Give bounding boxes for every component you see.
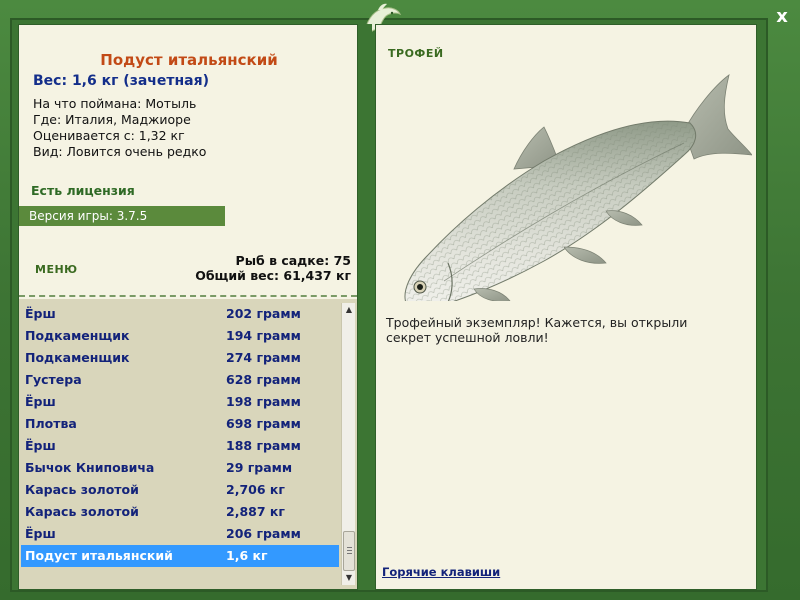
fish-name: Плотва <box>25 416 77 431</box>
location-info: Где: Италия, Маджиоре <box>33 112 191 127</box>
license-status: Есть лицензия <box>31 183 135 198</box>
dashed-divider <box>19 295 357 297</box>
fish-name: Бычок Книповича <box>25 460 155 475</box>
fish-list-row[interactable]: Ёрш 198 грамм <box>21 391 339 413</box>
fish-list-row[interactable]: Ёрш 206 грамм <box>21 523 339 545</box>
fish-name: Карась золотой <box>25 504 139 519</box>
fish-weight-value: 194 грамм <box>226 328 301 343</box>
fish-name: Ёрш <box>25 526 56 541</box>
fish-list-row[interactable]: Подкаменщик 274 грамм <box>21 347 339 369</box>
fish-title: Подуст итальянский <box>100 51 278 69</box>
fish-weight-value: 188 грамм <box>226 438 301 453</box>
fish-list-row[interactable]: Ёрш 188 грамм <box>21 435 339 457</box>
fish-list-row-selected[interactable]: Подуст итальянский 1,6 кг <box>21 545 339 567</box>
keepnet-stats: Рыб в садке: 75 Общий вес: 61,437 кг <box>195 253 351 283</box>
fish-weight: Вес: 1,6 кг (зачетная) <box>33 73 210 89</box>
fish-weight-value: 628 грамм <box>226 372 301 387</box>
fish-list-area: Ёрш 202 грамм Подкаменщик 194 грамм Подкамен… <box>19 299 357 589</box>
fish-list-row[interactable]: Карась золотой 2,706 кг <box>21 479 339 501</box>
fish-name: Подуст итальянский <box>25 548 173 563</box>
fish-name: Ёрш <box>25 438 56 453</box>
fish-image <box>404 74 752 301</box>
hotkeys-link[interactable]: Горячие клавиши <box>382 565 500 579</box>
scroll-grip-line <box>347 550 352 551</box>
value-info: Оценивается с: 1,32 кг <box>33 128 185 143</box>
fish-weight-value: 198 грамм <box>226 394 301 409</box>
fish-name: Подкаменщик <box>25 328 130 343</box>
fish-name: Карась золотой <box>25 482 139 497</box>
fish-name: Густера <box>25 372 82 387</box>
fish-weight-value: 29 грамм <box>226 460 293 475</box>
fish-weight-value: 274 грамм <box>226 350 301 365</box>
trophy-caption: Трофейный экземпляр! Кажется, вы открыли… <box>386 315 688 345</box>
fish-weight-value: 1,6 кг <box>226 548 268 563</box>
fish-weight-value: 202 грамм <box>226 306 301 321</box>
fish-list-row[interactable]: Густера 628 грамм <box>21 369 339 391</box>
scroll-down-arrow-icon[interactable]: ▼ <box>342 571 356 585</box>
keepnet-total-weight: Общий вес: 61,437 кг <box>195 268 351 283</box>
fish-name: Подкаменщик <box>25 350 130 365</box>
fish-weight-value: 2,887 кг <box>226 504 285 519</box>
fish-list-row[interactable]: Бычок Книповича 29 грамм <box>21 457 339 479</box>
fish-name: Ёрш <box>25 394 56 409</box>
scroll-up-arrow-icon[interactable]: ▲ <box>342 303 356 317</box>
fish-weight-value: 698 грамм <box>226 416 301 431</box>
keepnet-count: Рыб в садке: 75 <box>235 253 351 268</box>
panel-divider <box>362 24 372 590</box>
close-button[interactable]: x <box>771 6 793 28</box>
scroll-grip-line <box>347 553 352 554</box>
fish-list-row[interactable]: Карась золотой 2,887 кг <box>21 501 339 523</box>
fish-list[interactable]: Ёрш 202 грамм Подкаменщик 194 грамм Подкамен… <box>21 303 339 567</box>
fish-weight-value: 2,706 кг <box>226 482 285 497</box>
menu-button[interactable]: МЕНЮ <box>35 263 78 276</box>
list-scrollbar[interactable]: ▲ ▼ <box>341 303 355 585</box>
fish-name: Ёрш <box>25 306 56 321</box>
bait-info: На что поймана: Мотыль <box>33 96 197 111</box>
rarity-info: Вид: Ловится очень редко <box>33 144 207 159</box>
fish-list-row[interactable]: Плотва 698 грамм <box>21 413 339 435</box>
fish-list-row[interactable]: Подкаменщик 194 грамм <box>21 325 339 347</box>
fish-weight-value: 206 грамм <box>226 526 301 541</box>
trophy-panel: ТРОФЕЙ Трофейный экземпляр! Кажется, вы … <box>375 24 757 590</box>
fish-list-row[interactable]: Ёрш 202 грамм <box>21 303 339 325</box>
catch-info-panel: Подуст итальянский Вес: 1,6 кг (зачетная… <box>18 24 358 590</box>
version-bar: Версия игры: 3.7.5 <box>19 206 225 226</box>
scroll-thumb[interactable] <box>343 531 355 571</box>
scroll-grip-line <box>347 547 352 548</box>
